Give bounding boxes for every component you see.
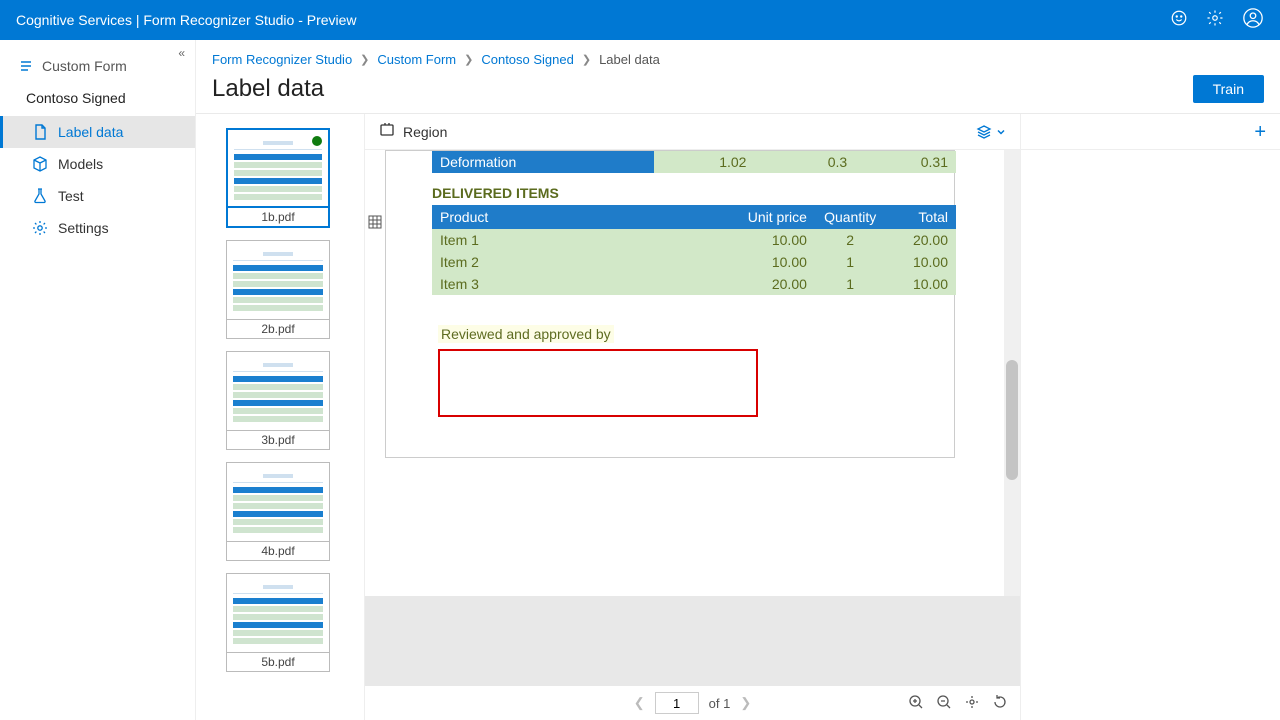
cell: 2 <box>815 229 886 251</box>
cell: 1 <box>815 251 886 273</box>
nav-models[interactable]: Models <box>0 148 195 180</box>
list-icon <box>18 58 34 74</box>
cell: 10.00 <box>734 229 815 251</box>
cell: 1.02 <box>654 151 755 173</box>
section-title: DELIVERED ITEMS <box>432 185 954 201</box>
app-title: Cognitive Services | Form Recognizer Stu… <box>16 12 1170 28</box>
layers-dropdown[interactable] <box>976 124 1006 140</box>
topbar: Cognitive Services | Form Recognizer Stu… <box>0 0 1280 40</box>
th-unitprice: Unit price <box>734 205 815 229</box>
breadcrumb-link[interactable]: Custom Form <box>377 52 456 67</box>
thumbnail[interactable]: 1b.pdf <box>226 128 334 228</box>
thumbnail-list: 1b.pdf 2b.pdf 3b.pdf 4b.pdf 5b.pdf <box>196 114 364 720</box>
thumbnail-label: 5b.pdf <box>226 653 330 672</box>
cell: Item 3 <box>432 273 734 295</box>
table-row: Item 110.00220.00 <box>432 229 956 251</box>
zoom-out-icon[interactable] <box>936 694 952 713</box>
signature-region[interactable] <box>438 349 758 417</box>
thumbnail-label: 2b.pdf <box>226 320 330 339</box>
thumbnail-label: 4b.pdf <box>226 542 330 561</box>
thumbnail[interactable]: 5b.pdf <box>226 573 334 672</box>
canvas-viewport[interactable]: Deformation 1.02 0.3 0.31 DELIVERED ITEM… <box>365 150 1020 720</box>
chevron-right-icon: ❯ <box>582 53 591 66</box>
nav-test[interactable]: Test <box>0 180 195 212</box>
nav-item-label: Models <box>58 156 103 172</box>
sidebar: « Custom Form Contoso Signed Label data … <box>0 40 196 720</box>
cell: 0.31 <box>855 151 956 173</box>
cell: 10.00 <box>885 273 956 295</box>
region-tool-icon[interactable] <box>379 122 395 141</box>
feedback-icon[interactable] <box>1170 9 1188 32</box>
cell: Item 1 <box>432 229 734 251</box>
gear-icon <box>32 220 48 236</box>
breadcrumb-link[interactable]: Contoso Signed <box>481 52 574 67</box>
cube-icon <box>32 156 48 172</box>
cell: Deformation <box>432 151 654 173</box>
sidebar-back[interactable]: Custom Form <box>0 52 195 84</box>
thumbnail[interactable]: 4b.pdf <box>226 462 334 561</box>
thumbnail[interactable]: 2b.pdf <box>226 240 334 339</box>
cell: 0.3 <box>754 151 855 173</box>
nav-label-data[interactable]: Label data <box>0 116 195 148</box>
document-page: Deformation 1.02 0.3 0.31 DELIVERED ITEM… <box>385 150 955 458</box>
table-field-icon[interactable] <box>368 215 382 234</box>
labeled-dot-icon <box>312 136 322 146</box>
cell: Item 2 <box>432 251 734 273</box>
page-total: of 1 <box>709 696 731 711</box>
page-input[interactable] <box>655 692 699 714</box>
nav-item-label: Label data <box>58 124 123 140</box>
nav-item-label: Test <box>58 188 84 204</box>
thumbnail[interactable]: 3b.pdf <box>226 351 334 450</box>
thumbnail-label: 3b.pdf <box>226 431 330 450</box>
page-title: Label data <box>212 75 324 103</box>
nav-item-label: Settings <box>58 220 109 236</box>
cell: 10.00 <box>885 251 956 273</box>
cell: 20.00 <box>885 229 956 251</box>
reviewed-label: Reviewed and approved by <box>438 325 614 343</box>
account-icon[interactable] <box>1242 7 1264 34</box>
cell: 1 <box>815 273 886 295</box>
cell: 20.00 <box>734 273 815 295</box>
fields-panel: + <box>1020 114 1280 720</box>
document-icon <box>32 124 48 140</box>
table-row: Item 320.00110.00 <box>432 273 956 295</box>
breadcrumb: Form Recognizer Studio ❯ Custom Form ❯ C… <box>196 40 1280 71</box>
rotate-icon[interactable] <box>992 694 1008 713</box>
th-total: Total <box>885 205 956 229</box>
sidebar-collapse-icon[interactable]: « <box>178 46 185 60</box>
prev-page-icon[interactable]: ❮ <box>634 695 645 711</box>
add-field-icon[interactable]: + <box>1254 122 1266 142</box>
fit-icon[interactable] <box>964 694 980 713</box>
canvas-gutter <box>365 596 1020 686</box>
th-quantity: Quantity <box>815 205 886 229</box>
next-page-icon[interactable]: ❯ <box>740 695 751 711</box>
train-button[interactable]: Train <box>1193 75 1264 103</box>
nav-settings[interactable]: Settings <box>0 212 195 244</box>
canvas-toolbar: Region <box>365 114 1020 150</box>
region-label[interactable]: Region <box>403 124 447 140</box>
project-name: Contoso Signed <box>0 84 195 116</box>
th-product: Product <box>432 205 734 229</box>
breadcrumb-current: Label data <box>599 52 660 67</box>
thumbnail-label: 1b.pdf <box>226 208 330 228</box>
settings-gear-icon[interactable] <box>1206 9 1224 32</box>
sidebar-back-label: Custom Form <box>42 58 127 74</box>
chevron-right-icon: ❯ <box>464 53 473 66</box>
chevron-right-icon: ❯ <box>360 53 369 66</box>
flask-icon <box>32 188 48 204</box>
breadcrumb-link[interactable]: Form Recognizer Studio <box>212 52 352 67</box>
zoom-in-icon[interactable] <box>908 694 924 713</box>
table-row: Item 210.00110.00 <box>432 251 956 273</box>
pager: ❮ of 1 ❯ <box>365 686 1020 720</box>
cell: 10.00 <box>734 251 815 273</box>
